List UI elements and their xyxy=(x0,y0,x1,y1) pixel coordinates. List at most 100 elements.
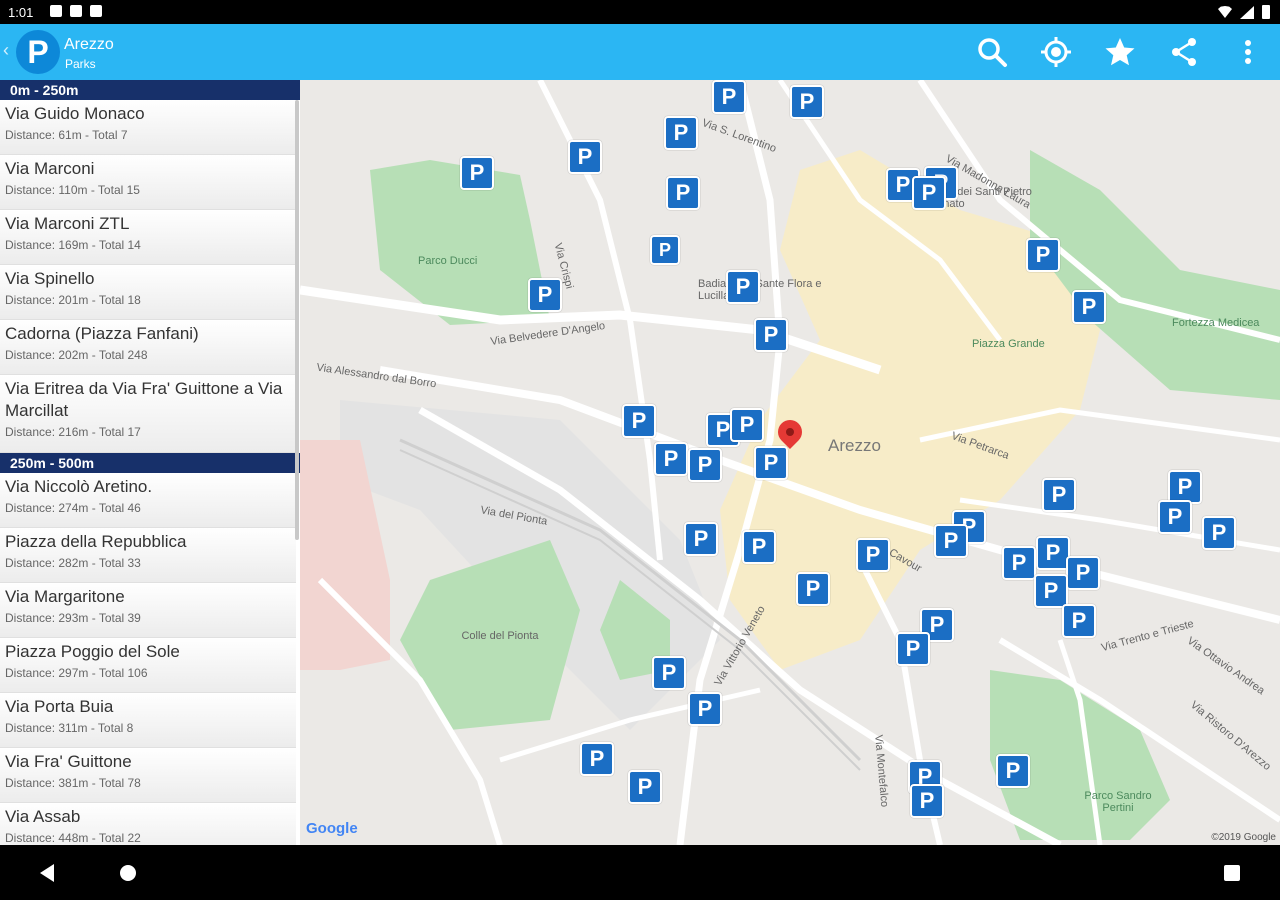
item-name: Via Porta Buia xyxy=(5,697,114,716)
parking-marker[interactable]: P xyxy=(1034,574,1068,608)
parking-marker[interactable]: P xyxy=(910,784,944,818)
parking-marker[interactable]: P xyxy=(934,524,968,558)
signal-icon xyxy=(1240,5,1254,19)
more-vert-icon xyxy=(1245,40,1251,64)
search-button[interactable] xyxy=(960,24,1024,80)
search-icon xyxy=(978,38,1007,67)
parking-marker[interactable]: P xyxy=(912,176,946,210)
parking-marker[interactable]: P xyxy=(1062,604,1096,638)
item-meta: Distance: 297m - Total 106 xyxy=(5,666,148,680)
back-icon[interactable]: ‹ xyxy=(3,40,9,61)
list-item[interactable]: Cadorna (Piazza Fanfani) Distance: 202m … xyxy=(0,320,296,375)
system-icons xyxy=(1218,5,1270,19)
parking-marker[interactable]: P xyxy=(684,522,718,556)
parking-marker[interactable]: P xyxy=(650,235,680,265)
app-logo[interactable]: P xyxy=(16,30,60,74)
parking-marker[interactable]: P xyxy=(688,692,722,726)
more-options-button[interactable] xyxy=(1216,24,1280,80)
wifi-icon xyxy=(1218,6,1232,18)
list-item[interactable]: Via Eritrea da Via Fra' Guittone a Via M… xyxy=(0,375,296,453)
nav-home-icon[interactable] xyxy=(120,865,136,881)
parking-marker[interactable]: P xyxy=(1168,470,1202,504)
list-item[interactable]: Via Marconi Distance: 110m - Total 15 xyxy=(0,155,296,210)
parking-marker[interactable]: P xyxy=(528,278,562,312)
parking-marker[interactable]: P xyxy=(1002,546,1036,580)
parking-marker[interactable]: P xyxy=(1158,500,1192,534)
parking-marker[interactable]: P xyxy=(1202,516,1236,550)
list-item[interactable]: Piazza della Repubblica Distance: 282m -… xyxy=(0,528,296,583)
notification-icon xyxy=(70,5,82,17)
parking-marker[interactable]: P xyxy=(742,530,776,564)
list-item[interactable]: Via Spinello Distance: 201m - Total 18 xyxy=(0,265,296,320)
item-meta: Distance: 311m - Total 8 xyxy=(5,721,134,735)
map-copyright: ©2019 Google xyxy=(1211,832,1276,843)
parking-marker[interactable]: P xyxy=(664,116,698,150)
item-name: Via Fra' Guittone xyxy=(5,752,132,771)
item-name: Via Assab xyxy=(5,807,81,826)
parking-marker[interactable]: P xyxy=(460,156,494,190)
parking-list[interactable]: 0m - 250m Via Guido Monaco Distance: 61m… xyxy=(0,80,300,845)
toolbar-actions xyxy=(960,24,1280,80)
map-base xyxy=(300,80,1280,845)
item-meta: Distance: 282m - Total 33 xyxy=(5,556,141,570)
list-item[interactable]: Via Margaritone Distance: 293m - Total 3… xyxy=(0,583,296,638)
parking-marker[interactable]: P xyxy=(580,742,614,776)
parking-marker[interactable]: P xyxy=(996,754,1030,788)
map-label-parco-sandro: Parco Sandro Pertini xyxy=(1084,790,1152,814)
status-bar: 1:01 xyxy=(0,0,1280,24)
notification-icon xyxy=(50,5,62,17)
parking-marker[interactable]: P xyxy=(1042,478,1076,512)
navigation-bar xyxy=(0,845,1280,900)
share-icon xyxy=(1172,38,1196,66)
share-button[interactable] xyxy=(1152,24,1216,80)
parking-marker[interactable]: P xyxy=(568,140,602,174)
parking-marker[interactable]: P xyxy=(666,176,700,210)
list-scrollbar[interactable] xyxy=(295,100,299,540)
item-name: Via Guido Monaco xyxy=(5,104,145,123)
parking-marker[interactable]: P xyxy=(730,408,764,442)
item-meta: Distance: 216m - Total 17 xyxy=(5,425,141,439)
my-location-button[interactable] xyxy=(1024,24,1088,80)
battery-icon xyxy=(1262,5,1270,19)
item-name: Via Marconi xyxy=(5,159,95,178)
list-item[interactable]: Via Porta Buia Distance: 311m - Total 8 xyxy=(0,693,296,748)
list-item[interactable]: Via Fra' Guittone Distance: 381m - Total… xyxy=(0,748,296,803)
parking-marker[interactable]: P xyxy=(1036,536,1070,570)
parking-marker[interactable]: P xyxy=(726,270,760,304)
item-name: Via Niccolò Aretino. xyxy=(5,477,153,496)
list-item[interactable]: Piazza Poggio del Sole Distance: 297m - … xyxy=(0,638,296,693)
list-item[interactable]: Via Marconi ZTL Distance: 169m - Total 1… xyxy=(0,210,296,265)
parking-marker[interactable]: P xyxy=(754,446,788,480)
nav-back-icon[interactable] xyxy=(40,864,54,882)
parking-marker[interactable]: P xyxy=(654,442,688,476)
google-logo: Google xyxy=(306,820,358,837)
parking-marker[interactable]: P xyxy=(622,404,656,438)
item-meta: Distance: 293m - Total 39 xyxy=(5,611,141,625)
parking-marker[interactable]: P xyxy=(896,632,930,666)
map-view[interactable]: Parco Ducci Piazza Grande Fortezza Medic… xyxy=(300,80,1280,845)
parking-marker[interactable]: P xyxy=(628,770,662,804)
list-item[interactable]: Via Niccolò Aretino. Distance: 274m - To… xyxy=(0,473,296,528)
parking-marker[interactable]: P xyxy=(688,448,722,482)
parking-marker[interactable]: P xyxy=(796,572,830,606)
parking-marker[interactable]: P xyxy=(712,80,746,114)
list-item[interactable]: Via Guido Monaco Distance: 61m - Total 7 xyxy=(0,100,296,155)
parking-marker[interactable]: P xyxy=(652,656,686,690)
favorite-button[interactable] xyxy=(1088,24,1152,80)
app-bar: ‹ P Arezzo Parks xyxy=(0,24,1280,80)
item-meta: Distance: 201m - Total 18 xyxy=(5,293,141,307)
section-header: 0m - 250m xyxy=(0,80,300,100)
parking-marker[interactable]: P xyxy=(754,318,788,352)
list-item[interactable]: Via Assab Distance: 448m - Total 22 xyxy=(0,803,296,845)
item-meta: Distance: 274m - Total 46 xyxy=(5,501,141,515)
my-location-icon xyxy=(1041,37,1071,67)
nav-recents-icon[interactable] xyxy=(1224,865,1240,881)
parking-marker[interactable]: P xyxy=(1026,238,1060,272)
parking-marker[interactable]: P xyxy=(1066,556,1100,590)
map-label-colle-del-pionta: Colle del Pionta xyxy=(461,630,539,642)
parking-marker[interactable]: P xyxy=(790,85,824,119)
parking-marker[interactable]: P xyxy=(856,538,890,572)
parking-marker[interactable]: P xyxy=(1072,290,1106,324)
map-label-city: Arezzo xyxy=(828,436,881,455)
item-name: Via Marconi ZTL xyxy=(5,214,130,233)
